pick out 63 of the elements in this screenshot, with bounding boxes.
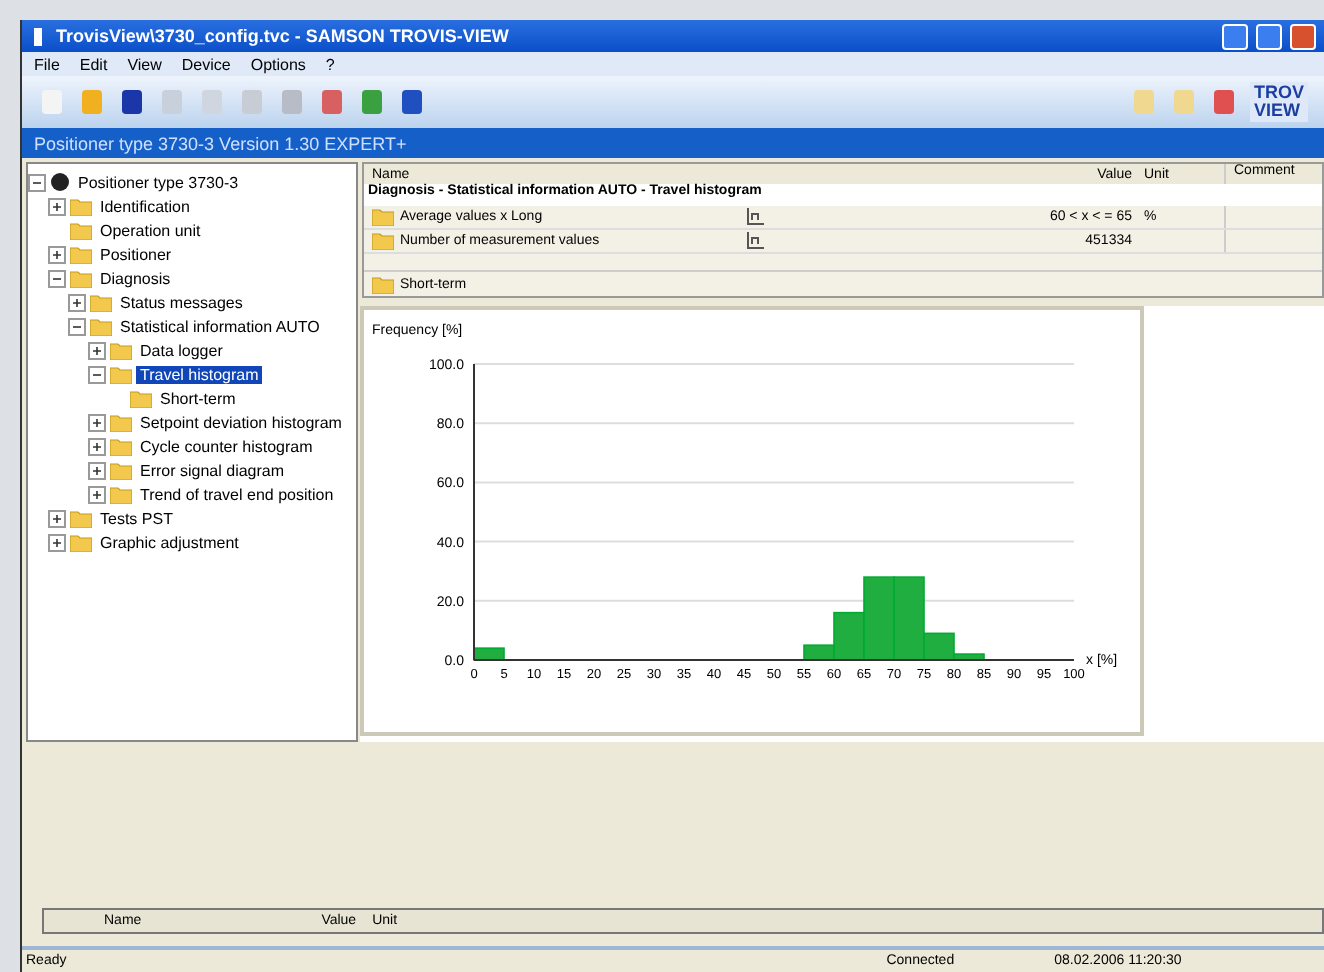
folder-icon [110, 341, 132, 359]
folder-icon [110, 437, 132, 455]
chart-icon[interactable] [746, 232, 766, 250]
tree-item[interactable]: Statistical information AUTO [116, 317, 324, 335]
expand-icon[interactable] [88, 413, 106, 431]
maximize-button[interactable] [1256, 23, 1282, 49]
tree-item[interactable]: Tests PST [96, 509, 177, 527]
tree-item[interactable]: Error signal diagram [136, 461, 289, 479]
menu-item[interactable]: Options [250, 55, 306, 73]
logo: TROV VIEW [1249, 82, 1308, 122]
menu-item[interactable]: Device [181, 55, 231, 73]
folder-icon [70, 245, 92, 263]
tree-item[interactable]: Positioner type 3730-3 [74, 173, 243, 191]
expand-icon[interactable] [88, 437, 106, 455]
tree-item[interactable]: Trend of travel end position [136, 485, 338, 503]
folder-icon [110, 365, 132, 383]
folder-icon [70, 269, 92, 287]
menu-item[interactable]: File [34, 55, 60, 73]
folder-icon [70, 197, 92, 215]
expand-icon[interactable] [48, 533, 66, 551]
collapse-icon[interactable] [88, 365, 106, 383]
menu-item[interactable]: Edit [79, 55, 108, 73]
device-bar: Positioner type 3730-3 Version 1.30 EXPERT+ [22, 128, 1324, 158]
expand-icon[interactable] [48, 245, 66, 263]
close-button[interactable] [1290, 23, 1316, 49]
folder-icon [372, 275, 394, 293]
tree-item[interactable]: Operation unit [96, 221, 205, 239]
folder-icon [90, 293, 112, 311]
tree-item[interactable]: Graphic adjustment [96, 533, 243, 551]
expand-icon[interactable] [88, 461, 106, 479]
folder-icon [110, 461, 132, 479]
tree-item[interactable]: Travel histogram [136, 365, 263, 383]
folder-icon [372, 232, 394, 250]
tree-item[interactable]: Identification [96, 197, 194, 215]
folder-icon [110, 413, 132, 431]
tree-item[interactable]: Setpoint deviation histogram [136, 413, 346, 431]
app-icon [30, 25, 48, 47]
tree-item[interactable]: Positioner [96, 245, 176, 263]
tree-item[interactable]: Short-term [156, 389, 240, 407]
expand-icon[interactable] [48, 197, 66, 215]
expand-icon[interactable] [88, 341, 106, 359]
collapse-icon[interactable] [28, 173, 46, 191]
expand-icon[interactable] [88, 485, 106, 503]
collapse-icon[interactable] [48, 269, 66, 287]
window-title: TrovisView\3730_config.tvc - SAMSON TROVIS-VIEW [56, 26, 511, 46]
folder-icon [110, 485, 132, 503]
folder-icon [70, 221, 92, 239]
folder-icon [90, 317, 112, 335]
tree-item[interactable]: Status messages [116, 293, 247, 311]
expand-icon[interactable] [48, 509, 66, 527]
expand-icon[interactable] [68, 293, 86, 311]
minimize-button[interactable] [1222, 23, 1248, 49]
chart-icon[interactable] [746, 208, 766, 226]
collapse-icon[interactable] [68, 317, 86, 335]
menu-item[interactable]: ? [325, 55, 335, 73]
tree-item[interactable]: Data logger [136, 341, 227, 359]
folder-icon [70, 533, 92, 551]
tree-item[interactable]: Diagnosis [96, 269, 175, 287]
tree-item[interactable]: Cycle counter histogram [136, 437, 317, 455]
menu-item[interactable]: View [127, 55, 162, 73]
histogram-bar [473, 647, 505, 661]
folder-icon [70, 509, 92, 527]
folder-icon [130, 389, 152, 407]
